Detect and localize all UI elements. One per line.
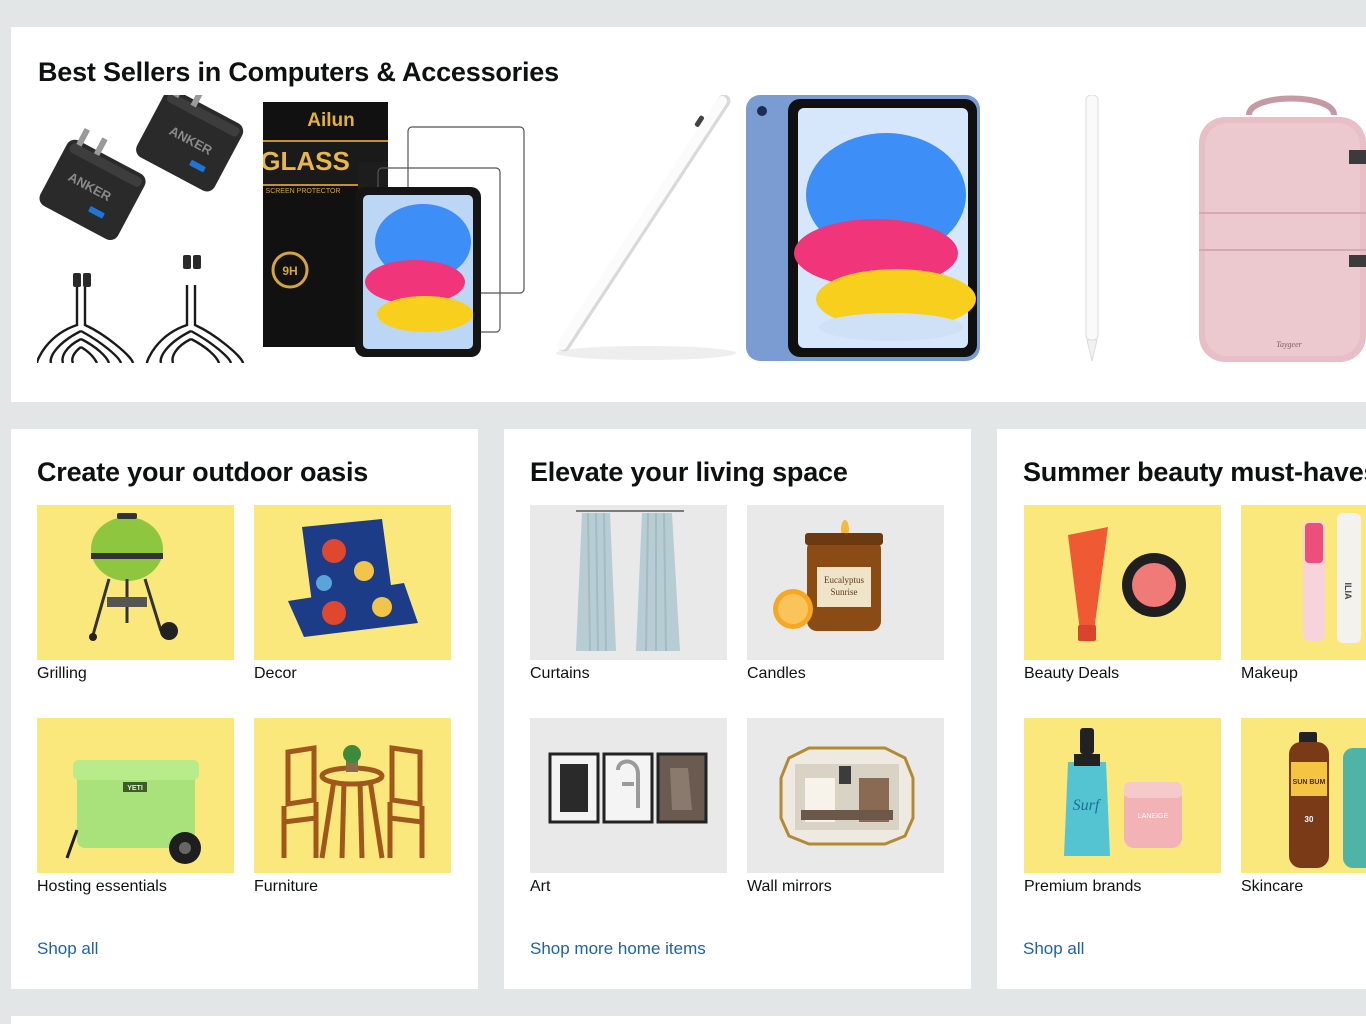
best-sellers-section: Best Sellers in Computers & Accessories … bbox=[11, 27, 1366, 402]
sunscreen-icon: SUN BUM 30 bbox=[1289, 732, 1366, 868]
tablet-icon[interactable] bbox=[746, 95, 981, 363]
cooler-brand-text: YETI bbox=[127, 785, 143, 792]
bistro-set-icon bbox=[281, 745, 425, 859]
tile-image[interactable] bbox=[747, 718, 944, 873]
tile-image[interactable] bbox=[254, 718, 451, 873]
makeup-brand-text: ILIA bbox=[1343, 583, 1353, 600]
stylus-pen-icon[interactable] bbox=[546, 95, 741, 363]
backpack-icon[interactable]: Taygeer bbox=[1199, 95, 1366, 363]
usb-charger-icon[interactable]: ANKER ANKER bbox=[37, 95, 252, 363]
curtains-icon bbox=[576, 510, 684, 652]
tile-label[interactable]: Curtains bbox=[530, 665, 727, 683]
tile-label[interactable]: Hosting essentials bbox=[37, 878, 234, 896]
tile-hosting-essentials[interactable]: YETI Hosting essentials bbox=[37, 718, 234, 896]
tile-image[interactable] bbox=[254, 505, 451, 660]
card-outdoor-oasis: Create your outdoor oasis Grilling Decor… bbox=[11, 429, 478, 989]
tile-label[interactable]: Skincare bbox=[1241, 878, 1366, 896]
tile-curtains[interactable]: Curtains bbox=[530, 505, 727, 683]
tile-image[interactable]: SUN BUM 30 bbox=[1241, 718, 1366, 873]
tile-label[interactable]: Candles bbox=[747, 665, 944, 683]
jar-brand-text: LANEIGE bbox=[1138, 813, 1169, 820]
pencil-icon[interactable] bbox=[1081, 95, 1103, 363]
surf-script-text: Surf bbox=[1073, 797, 1102, 814]
pillows-icon bbox=[288, 519, 418, 637]
candle-label-line-2: Sunrise bbox=[831, 587, 858, 597]
candle-label-line-1: Eucalyptus bbox=[824, 575, 864, 585]
tile-decor[interactable]: Decor bbox=[254, 505, 451, 683]
tile-premium-brands[interactable]: Surf LANEIGE Premium brands bbox=[1024, 718, 1221, 896]
box-sub-text: SCREEN PROTECTOR bbox=[266, 188, 341, 195]
tile-label[interactable]: Premium brands bbox=[1024, 878, 1221, 896]
best-sellers-title: Best Sellers in Computers & Accessories bbox=[38, 57, 559, 87]
tile-label[interactable]: Makeup bbox=[1241, 665, 1366, 683]
tile-label[interactable]: Wall mirrors bbox=[747, 878, 944, 896]
backpack-brand-text: Taygeer bbox=[1276, 340, 1302, 349]
card-summer-beauty: Summer beauty must-haves Beauty Deals IL… bbox=[997, 429, 1366, 989]
hair-spray-icon: Surf LANEIGE bbox=[1064, 728, 1182, 856]
shop-all-link[interactable]: Shop all bbox=[1023, 939, 1084, 959]
tile-label[interactable]: Art bbox=[530, 878, 727, 896]
tile-image[interactable] bbox=[530, 718, 727, 873]
card-title: Elevate your living space bbox=[530, 457, 848, 487]
screen-protector-icon[interactable]: Ailun GLASS SCREEN PROTECTOR 9H bbox=[263, 102, 528, 364]
lip-gloss-icon: ILIA bbox=[1303, 513, 1361, 643]
tile-image[interactable] bbox=[530, 505, 727, 660]
shop-more-home-link[interactable]: Shop more home items bbox=[530, 939, 706, 959]
blush-compact-icon bbox=[1068, 527, 1186, 641]
tile-label[interactable]: Beauty Deals bbox=[1024, 665, 1221, 683]
tile-image[interactable]: ILIA bbox=[1241, 505, 1366, 660]
tile-beauty-deals[interactable]: Beauty Deals bbox=[1024, 505, 1221, 683]
tile-art[interactable]: Art bbox=[530, 718, 727, 896]
product-carousel: ANKER ANKER Ailun GLASS SCREEN PROTECTOR… bbox=[11, 95, 1366, 395]
sunscreen-brand-text: SUN BUM bbox=[1293, 779, 1326, 786]
tile-skincare[interactable]: SUN BUM 30 Skincare bbox=[1241, 718, 1366, 896]
tile-furniture[interactable]: Furniture bbox=[254, 718, 451, 896]
tile-makeup[interactable]: ILIA Makeup bbox=[1241, 505, 1366, 683]
shop-all-link[interactable]: Shop all bbox=[37, 939, 98, 959]
candle-icon: Eucalyptus Sunrise bbox=[773, 520, 883, 631]
grill-icon bbox=[89, 513, 178, 641]
card-title: Create your outdoor oasis bbox=[37, 457, 369, 487]
cooler-icon: YETI bbox=[65, 760, 201, 864]
spf-text: 30 bbox=[1305, 815, 1314, 824]
tile-image[interactable] bbox=[1024, 505, 1221, 660]
tile-image[interactable] bbox=[37, 505, 234, 660]
tile-wall-mirrors[interactable]: Wall mirrors bbox=[747, 718, 944, 896]
wall-art-icon bbox=[548, 752, 708, 824]
tile-candles[interactable]: Eucalyptus Sunrise Candles bbox=[747, 505, 944, 683]
svg-text:9H: 9H bbox=[282, 264, 297, 278]
card-title: Summer beauty must-haves bbox=[1023, 457, 1366, 487]
mirror-icon bbox=[779, 746, 915, 846]
tile-image[interactable]: Eucalyptus Sunrise bbox=[747, 505, 944, 660]
tile-image[interactable]: YETI bbox=[37, 718, 234, 873]
card-living-space: Elevate your living space Curtains Eucal… bbox=[504, 429, 971, 989]
tile-label[interactable]: Grilling bbox=[37, 665, 234, 683]
tile-grilling[interactable]: Grilling bbox=[37, 505, 234, 683]
tile-image[interactable]: Surf LANEIGE bbox=[1024, 718, 1221, 873]
tile-label[interactable]: Decor bbox=[254, 665, 451, 683]
tile-label[interactable]: Furniture bbox=[254, 878, 451, 896]
box-brand-text: Ailun bbox=[307, 110, 355, 131]
box-glass-text: GLASS bbox=[263, 146, 350, 176]
next-section-edge bbox=[11, 1016, 1366, 1024]
